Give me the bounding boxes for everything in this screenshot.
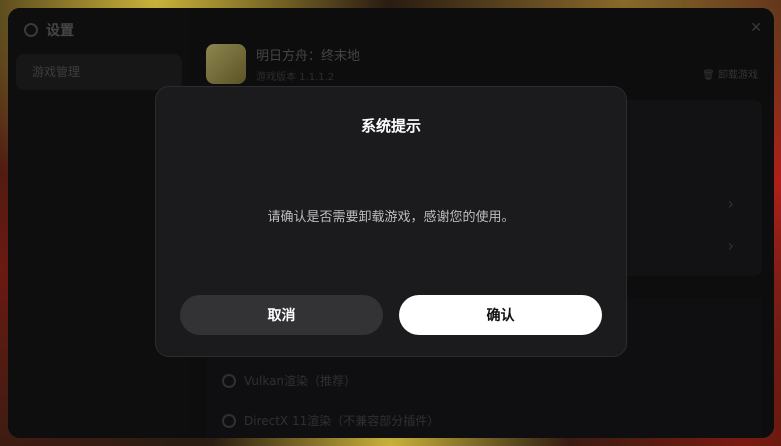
dialog-message: 请确认是否需要卸载游戏，感谢您的使用。 [267, 210, 515, 225]
confirm-dialog: 系统提示 请确认是否需要卸载游戏，感谢您的使用。 取消 确认 [155, 86, 627, 357]
confirm-button[interactable]: 确认 [399, 295, 602, 335]
dialog-title: 系统提示 [360, 117, 421, 135]
cancel-button[interactable]: 取消 [180, 295, 383, 335]
